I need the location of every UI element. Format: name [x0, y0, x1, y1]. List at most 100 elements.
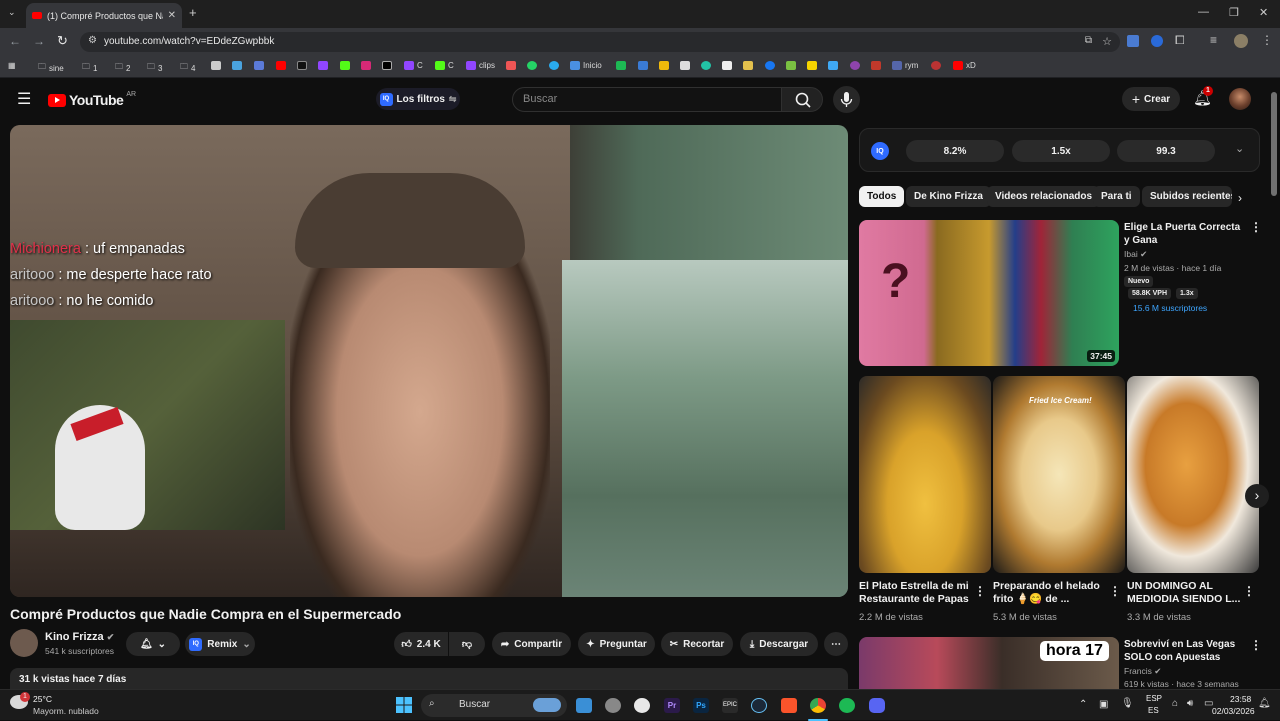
- channel-avatar[interactable]: [10, 629, 38, 657]
- tab-search-icon[interactable]: ⌄: [8, 7, 16, 18]
- restore-icon[interactable]: ❐: [1229, 6, 1239, 19]
- bookmark-xd[interactable]: xD: [953, 61, 976, 70]
- bookmark-telegram-icon[interactable]: [549, 61, 559, 70]
- bookmark-facebook-icon[interactable]: [765, 61, 775, 70]
- next-video-title[interactable]: Sobreviví en Las Vegas SOLO con Apuestas: [1124, 638, 1242, 664]
- featured-channel[interactable]: Ibai ✔: [1124, 249, 1147, 260]
- clip-button[interactable]: ✂ Recortar: [661, 632, 733, 656]
- minimize-icon[interactable]: —: [1198, 6, 1209, 18]
- bookmark-kick-icon[interactable]: [340, 61, 350, 70]
- bookmark-tiktok-icon[interactable]: [297, 61, 307, 70]
- bookmark-twitch-c[interactable]: C: [404, 61, 423, 70]
- language-indicator[interactable]: ESP: [1146, 694, 1162, 703]
- bookmark-site-icon[interactable]: [786, 61, 796, 70]
- brave-icon[interactable]: [781, 698, 797, 713]
- more-actions-button[interactable]: ⋯: [824, 632, 848, 656]
- bookmark-site-icon[interactable]: [931, 61, 941, 70]
- short-thumbnail[interactable]: [1127, 376, 1259, 573]
- chip-subidos-recientes[interactable]: Subidos recientes: [1142, 186, 1232, 207]
- taskbar-search[interactable]: ⌕ Buscar: [421, 694, 567, 717]
- bookmark-site-icon[interactable]: [506, 61, 516, 70]
- bookmark-binance-icon[interactable]: [659, 61, 669, 70]
- bookmark-site-icon[interactable]: [743, 61, 753, 70]
- back-icon[interactable]: ←: [9, 34, 21, 48]
- photoshop-icon[interactable]: Ps: [693, 698, 709, 713]
- forward-icon[interactable]: →: [33, 34, 45, 48]
- create-button[interactable]: + Crear: [1122, 87, 1180, 111]
- bookmark-instagram-icon[interactable]: [361, 61, 371, 70]
- notifications-icon[interactable]: 🔔︎: [1258, 698, 1271, 709]
- more-vert-icon[interactable]: ⋮: [1109, 584, 1121, 598]
- chip-todos[interactable]: Todos: [859, 186, 905, 207]
- obs-icon[interactable]: [605, 698, 621, 713]
- bookmark-site-icon[interactable]: [807, 61, 817, 70]
- search-input[interactable]: Buscar: [512, 87, 782, 112]
- ask-button[interactable]: ✦ Preguntar: [578, 632, 655, 656]
- chip-para-ti[interactable]: Para ti: [1093, 186, 1140, 207]
- reload-icon[interactable]: ↻: [57, 33, 68, 49]
- like-button[interactable]: 👍︎ 2.4 K: [394, 632, 448, 656]
- short-title[interactable]: El Plato Estrella de mi Restaurante de P…: [859, 580, 974, 606]
- new-tab-icon[interactable]: +: [189, 5, 197, 20]
- bookmark-site-icon[interactable]: [254, 61, 264, 70]
- chevron-down-icon[interactable]: ⌄: [1235, 142, 1244, 155]
- spotify-icon[interactable]: [839, 698, 855, 713]
- bookmark-site-icon[interactable]: [232, 61, 242, 70]
- apps-grid-icon[interactable]: ▦: [8, 61, 16, 70]
- close-tab-icon[interactable]: ✕: [168, 10, 176, 21]
- next-video-thumbnail[interactable]: hora 17: [859, 637, 1119, 689]
- bookmark-folder-3[interactable]: 🗀 3: [147, 61, 162, 75]
- channel-name[interactable]: Kino Frizza ✔: [45, 631, 114, 643]
- search-button[interactable]: [781, 87, 823, 112]
- share-button[interactable]: ➦ Compartir: [492, 632, 571, 656]
- bookmark-folder-1[interactable]: 🗀 1: [82, 61, 97, 75]
- premiere-icon[interactable]: Pr: [664, 698, 680, 713]
- more-vert-icon[interactable]: ⋮: [1250, 220, 1262, 234]
- account-avatar[interactable]: [1229, 88, 1251, 110]
- extension-icon[interactable]: [1151, 35, 1163, 47]
- site-info-icon[interactable]: ⚙: [88, 35, 97, 46]
- subscription-bell-button[interactable]: 🔔︎ ⌄: [126, 632, 180, 656]
- media-control-icon[interactable]: ≡: [1210, 33, 1217, 47]
- task-view-icon[interactable]: [576, 698, 592, 713]
- bookmark-site-icon[interactable]: [871, 61, 881, 70]
- tray-app-icon[interactable]: ▣: [1099, 699, 1108, 710]
- weather-temp[interactable]: 25°C: [33, 694, 52, 704]
- remix-button[interactable]: IQ Remix ⌄: [185, 632, 255, 656]
- more-vert-icon[interactable]: ⋮: [1243, 584, 1255, 598]
- short-title[interactable]: UN DOMINGO AL MEDIODIA SIENDO L...: [1127, 580, 1242, 606]
- close-window-icon[interactable]: ✕: [1259, 6, 1268, 19]
- bookmark-site-icon[interactable]: [828, 61, 838, 70]
- bookmark-site-icon[interactable]: [680, 61, 690, 70]
- chevron-right-icon[interactable]: ›: [1238, 191, 1242, 205]
- bookmark-site-icon[interactable]: [850, 61, 860, 70]
- browser-tab[interactable]: (1) Compré Productos que Nadie Compra en…: [26, 3, 182, 28]
- bookmark-inicio[interactable]: Inicio: [570, 61, 602, 70]
- chip-videos-relacionados[interactable]: Videos relacionados: [987, 186, 1101, 207]
- next-video-channel[interactable]: Francis ✔: [1124, 666, 1161, 677]
- epic-games-icon[interactable]: EPIC: [722, 698, 738, 713]
- chip-de-kino-frizza[interactable]: De Kino Frizza: [906, 186, 991, 207]
- short-thumbnail[interactable]: Fried Ice Cream!: [993, 376, 1125, 573]
- browser-menu-icon[interactable]: ⋮: [1261, 33, 1273, 47]
- page-scrollbar[interactable]: [1271, 92, 1277, 196]
- bookmark-kick-c[interactable]: C: [435, 61, 454, 70]
- bookmark-site-icon[interactable]: [701, 61, 711, 70]
- bookmark-whatsapp-icon[interactable]: [527, 61, 537, 70]
- more-vert-icon[interactable]: ⋮: [974, 584, 986, 598]
- bookmark-site-icon[interactable]: [616, 61, 626, 70]
- bookmark-x-icon[interactable]: [382, 61, 392, 70]
- clock-time[interactable]: 23:58: [1230, 694, 1251, 704]
- show-hidden-icons-icon[interactable]: ⌃: [1079, 699, 1087, 710]
- featured-video-title[interactable]: Elige La Puerta Correcta y Gana: [1124, 221, 1242, 247]
- bookmark-folder-sine[interactable]: 🗀 sine: [38, 61, 64, 75]
- windows-start-icon[interactable]: [396, 697, 412, 713]
- dislike-button[interactable]: 👎︎: [449, 632, 485, 656]
- url-field[interactable]: ⚙ youtube.com/watch?v=EDdeZGwpbbk ⧉ ☆: [80, 32, 1120, 52]
- discord-icon[interactable]: [869, 698, 885, 713]
- more-vert-icon[interactable]: ⋮: [1250, 638, 1262, 652]
- bookmark-twitch-icon[interactable]: [318, 61, 328, 70]
- steam-icon[interactable]: [751, 698, 767, 713]
- network-icon[interactable]: ⌂: [1172, 698, 1178, 709]
- bookmark-site-icon[interactable]: [211, 61, 221, 70]
